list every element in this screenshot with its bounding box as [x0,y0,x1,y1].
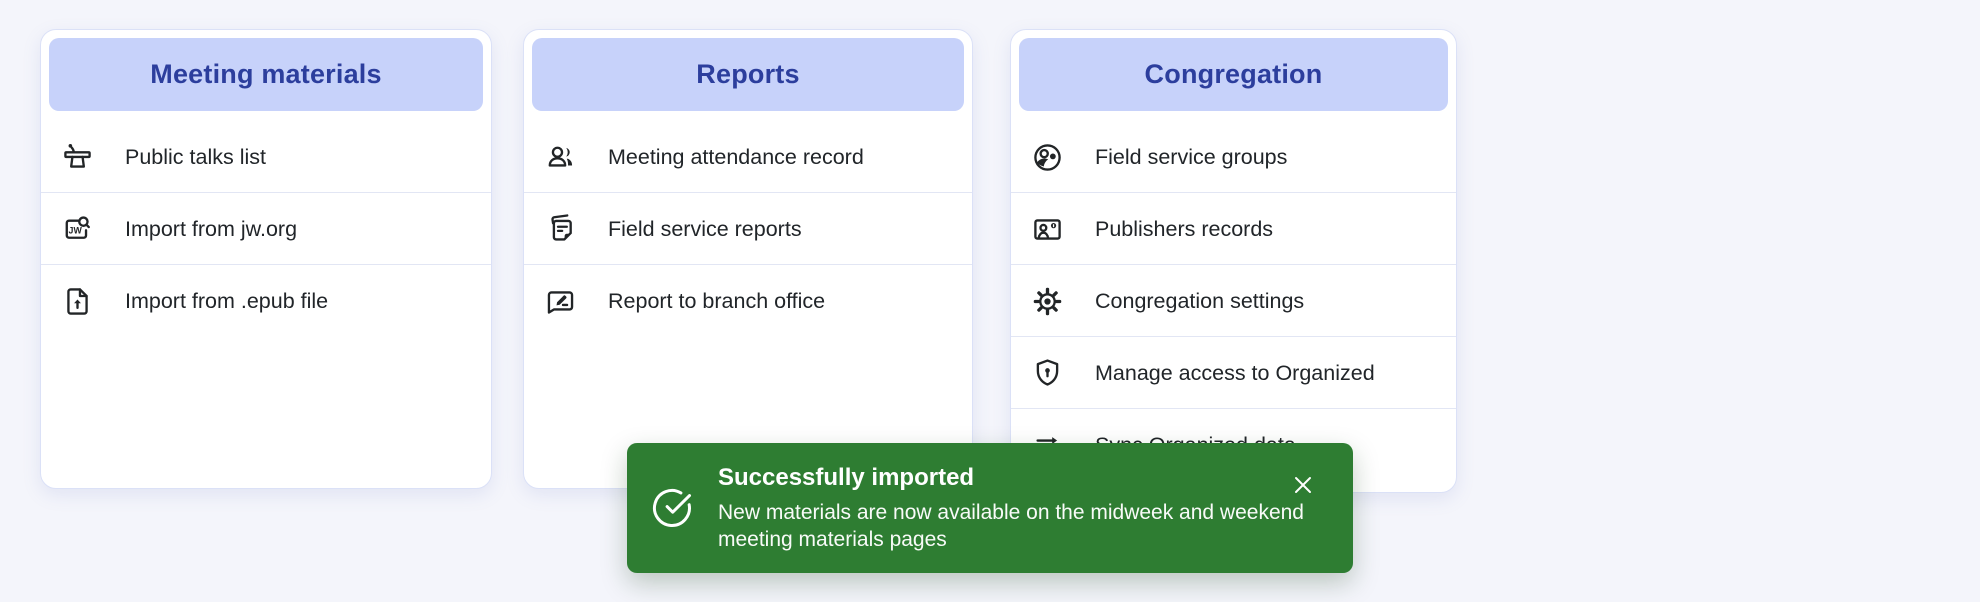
menu-item-label: Publishers records [1095,217,1273,242]
menu-item-report-to-branch-office[interactable]: Report to branch office [524,265,972,337]
menu-item-label: Import from .epub file [125,289,328,314]
menu-item-label: Public talks list [125,145,266,170]
svg-text:JW: JW [69,225,83,235]
meeting-materials-title: Meeting materials [150,59,381,90]
menu-item-field-service-groups[interactable]: Field service groups [1011,121,1456,193]
gear-icon [1031,285,1064,318]
toast-message: New materials are now available on the m… [718,499,1308,553]
menu-item-field-service-reports[interactable]: Field service reports [524,193,972,265]
congregation-header: Congregation [1019,38,1448,111]
message-pen-icon [544,285,577,318]
reports-list: Meeting attendance record Field service … [524,111,972,337]
menu-item-label: Field service reports [608,217,802,242]
menu-item-label: Congregation settings [1095,289,1304,314]
jw-search-icon: JW [61,213,94,246]
congregation-list: Field service groups Publishers records [1011,111,1456,481]
meeting-materials-header: Meeting materials [49,38,483,111]
menu-item-meeting-attendance-record[interactable]: Meeting attendance record [524,121,972,193]
close-icon[interactable] [1289,471,1317,499]
file-upload-icon [61,285,94,318]
menu-item-label: Manage access to Organized [1095,361,1375,386]
menu-item-label: Field service groups [1095,145,1287,170]
menu-item-manage-access-to-organized[interactable]: Manage access to Organized [1011,337,1456,409]
menu-item-label: Report to branch office [608,289,825,314]
menu-item-label: Meeting attendance record [608,145,864,170]
congregation-card: Congregation Field service groups [1010,29,1457,493]
lectern-icon [61,141,94,174]
menu-item-public-talks-list[interactable]: Public talks list [41,121,491,193]
meeting-materials-list: Public talks list JW Import from jw.org [41,111,491,337]
people-icon [544,141,577,174]
toast-title: Successfully imported [718,464,1308,492]
reports-header: Reports [532,38,964,111]
menu-item-import-from-epub[interactable]: Import from .epub file [41,265,491,337]
menu-item-congregation-settings[interactable]: Congregation settings [1011,265,1456,337]
meeting-materials-card: Meeting materials Public talks list JW [40,29,492,489]
reports-card: Reports Meeting attendance record [523,29,973,489]
success-toast: Successfully imported New materials are … [627,443,1353,573]
menu-item-label: Import from jw.org [125,217,297,242]
id-card-icon [1031,213,1064,246]
shield-lock-icon [1031,357,1064,390]
group-circle-icon [1031,141,1064,174]
toast-text-block: Successfully imported New materials are … [718,464,1308,553]
menu-item-import-from-jw-org[interactable]: JW Import from jw.org [41,193,491,265]
congregation-title: Congregation [1145,59,1323,90]
reports-title: Reports [696,59,799,90]
documents-icon [544,213,577,246]
check-circle-icon [651,487,693,529]
menu-item-publishers-records[interactable]: Publishers records [1011,193,1456,265]
